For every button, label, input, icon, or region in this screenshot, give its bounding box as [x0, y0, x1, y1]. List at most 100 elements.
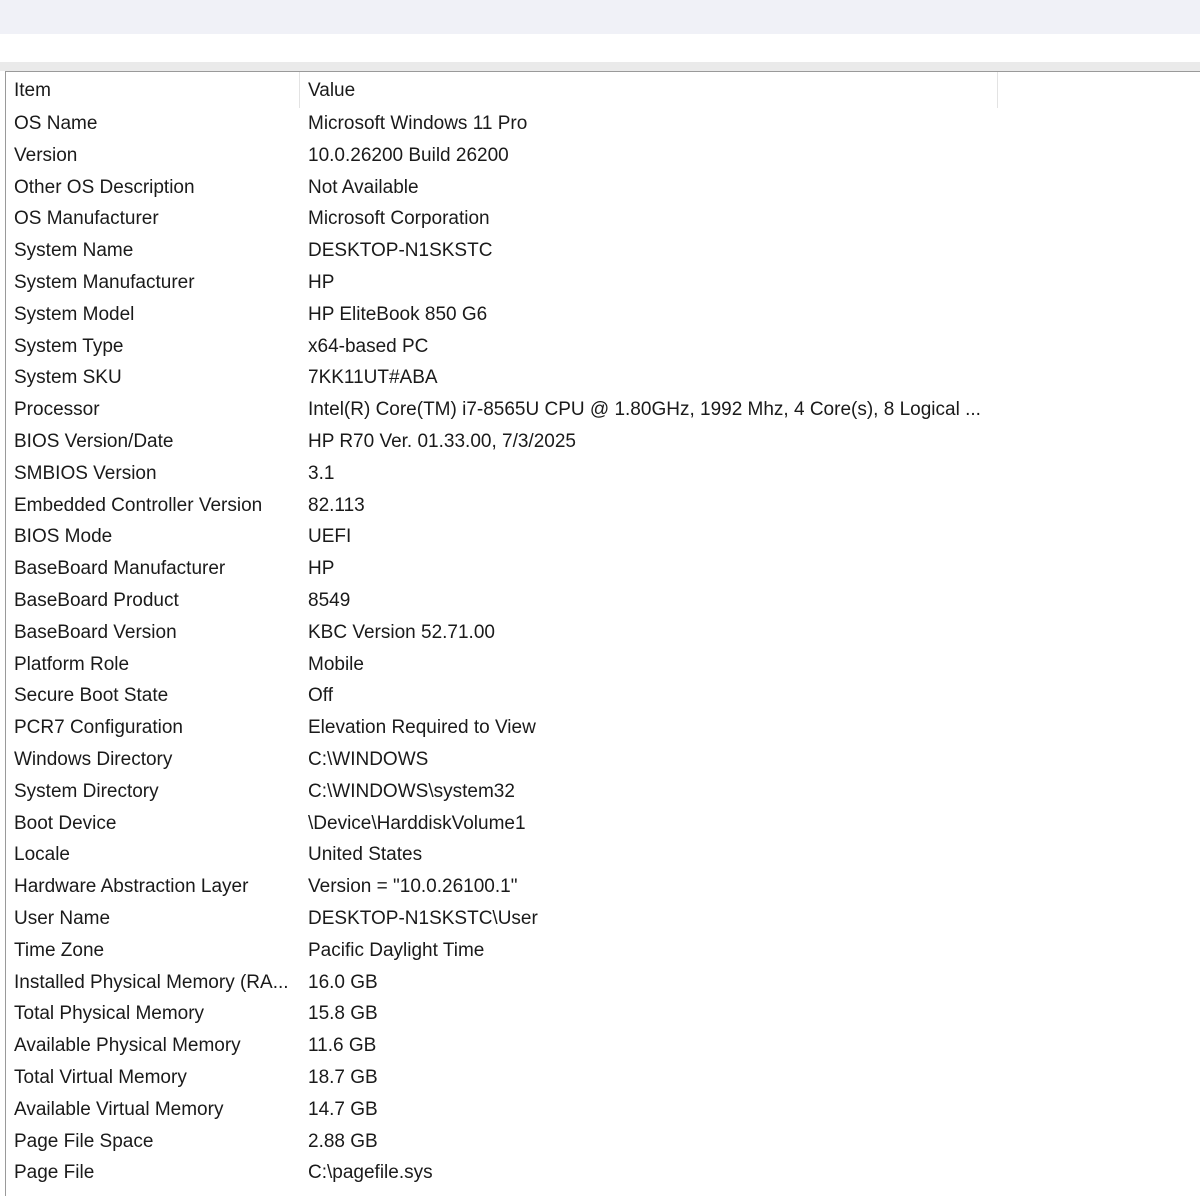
table-row[interactable]: SMBIOS Version 3.1	[6, 458, 1200, 490]
row-item-label: Available Physical Memory	[14, 1035, 241, 1057]
table-row[interactable]: Secure Boot State Off	[6, 680, 1200, 712]
row-value: DESKTOP-N1SKSTC\User	[308, 907, 538, 929]
table-row[interactable]: Platform Role Mobile	[6, 649, 1200, 681]
table-row[interactable]: User Name DESKTOP-N1SKSTC\User	[6, 903, 1200, 935]
row-value: Intel(R) Core(TM) i7-8565U CPU @ 1.80GHz…	[308, 399, 981, 421]
list-rows: OS Name Microsoft Windows 11 Pro Version 10…	[6, 108, 1200, 1189]
row-value: 2.88 GB	[308, 1130, 378, 1152]
pane-separator	[0, 62, 1200, 71]
row-value: 7KK11UT#ABA	[308, 367, 438, 389]
row-value: 10.0.26200 Build 26200	[308, 144, 509, 166]
row-item-label: System Directory	[14, 780, 159, 802]
row-value: C:\WINDOWS	[308, 748, 429, 770]
table-row[interactable]: Page File Space 2.88 GB	[6, 1126, 1200, 1158]
row-item-label: Boot Device	[14, 812, 117, 834]
row-item-label: Secure Boot State	[14, 685, 169, 707]
row-value: UEFI	[308, 526, 352, 548]
row-item-label: BIOS Mode	[14, 526, 113, 548]
table-row[interactable]: OS Name Microsoft Windows 11 Pro	[6, 108, 1200, 140]
table-row[interactable]: BIOS Version/Date HP R70 Ver. 01.33.00, 7…	[6, 426, 1200, 458]
list-header: Item Value	[6, 72, 1200, 108]
row-item-label: Time Zone	[14, 939, 105, 961]
row-item-label: Hardware Abstraction Layer	[14, 876, 249, 898]
row-item-label: System Name	[14, 240, 134, 262]
table-row[interactable]: System Manufacturer HP	[6, 267, 1200, 299]
row-item-label: BaseBoard Product	[14, 589, 179, 611]
row-value: 14.7 GB	[308, 1098, 378, 1120]
system-summary-list[interactable]: Item Value OS Name Microsoft Windows 11 P…	[5, 71, 1200, 1196]
bottom-edge	[0, 1196, 1200, 1200]
table-row[interactable]: System Name DESKTOP-N1SKSTC	[6, 235, 1200, 267]
table-row[interactable]: Time Zone Pacific Daylight Time	[6, 935, 1200, 967]
row-item-label: Total Virtual Memory	[14, 1066, 187, 1088]
row-item-label: Other OS Description	[14, 176, 195, 198]
row-value: DESKTOP-N1SKSTC	[308, 240, 493, 262]
table-row[interactable]: Locale United States	[6, 839, 1200, 871]
table-row[interactable]: Boot Device \Device\HarddiskVolume1	[6, 808, 1200, 840]
row-value: HP	[308, 558, 335, 580]
table-row[interactable]: Other OS Description Not Available	[6, 172, 1200, 204]
row-item-label: Windows Directory	[14, 748, 173, 770]
row-value: Microsoft Windows 11 Pro	[308, 113, 528, 134]
row-item-label: Installed Physical Memory (RA...	[14, 971, 289, 993]
table-row[interactable]: BIOS Mode UEFI	[6, 521, 1200, 553]
column-header-value[interactable]: Value	[300, 72, 998, 108]
table-row[interactable]: Available Virtual Memory 14.7 GB	[6, 1094, 1200, 1126]
table-row[interactable]: Total Physical Memory 15.8 GB	[6, 998, 1200, 1030]
table-row[interactable]: Available Physical Memory 11.6 GB	[6, 1030, 1200, 1062]
table-row[interactable]: Embedded Controller Version 82.113	[6, 490, 1200, 522]
row-item-label: Page File Space	[14, 1130, 154, 1152]
row-value: 18.7 GB	[308, 1066, 378, 1088]
table-row[interactable]: Processor Intel(R) Core(TM) i7-8565U CPU …	[6, 394, 1200, 426]
row-value: HP R70 Ver. 01.33.00, 7/3/2025	[308, 430, 576, 452]
row-value: HP	[308, 271, 335, 293]
row-item-label: Total Physical Memory	[14, 1003, 205, 1025]
row-item-label: Locale	[14, 844, 70, 866]
row-item-label: OS Manufacturer	[14, 208, 159, 230]
toolbar-gap	[0, 34, 1200, 62]
row-item-label: Processor	[14, 399, 100, 421]
row-value: Elevation Required to View	[308, 717, 536, 739]
row-item-label: Version	[14, 144, 78, 166]
table-row[interactable]: Version 10.0.26200 Build 26200	[6, 140, 1200, 172]
row-item-label: Embedded Controller Version	[14, 494, 263, 516]
row-item-label: Available Virtual Memory	[14, 1098, 224, 1120]
row-item-label: SMBIOS Version	[14, 462, 157, 484]
table-row[interactable]: System SKU 7KK11UT#ABA	[6, 362, 1200, 394]
row-value: 3.1	[308, 462, 335, 484]
row-item-label: System Manufacturer	[14, 271, 195, 293]
row-item-label: System SKU	[14, 367, 122, 389]
toolbar-area	[0, 0, 1200, 34]
row-value: Mobile	[308, 653, 364, 675]
row-value: HP EliteBook 850 G6	[308, 303, 488, 325]
row-value: 15.8 GB	[308, 1003, 378, 1025]
table-row[interactable]: BaseBoard Product 8549	[6, 585, 1200, 617]
table-row[interactable]: Hardware Abstraction Layer Version = "10.…	[6, 871, 1200, 903]
table-row[interactable]: Windows Directory C:\WINDOWS	[6, 744, 1200, 776]
row-value: x64-based PC	[308, 335, 429, 357]
column-header-item[interactable]: Item	[6, 72, 300, 108]
row-value: C:\pagefile.sys	[308, 1162, 433, 1184]
table-row[interactable]: PCR7 Configuration Elevation Required to …	[6, 712, 1200, 744]
row-value: Off	[308, 685, 333, 707]
row-item-label: BaseBoard Manufacturer	[14, 558, 226, 580]
table-row[interactable]: System Model HP EliteBook 850 G6	[6, 299, 1200, 331]
row-item-label: Page File	[14, 1162, 95, 1184]
row-value: 11.6 GB	[308, 1035, 377, 1057]
table-row[interactable]: System Directory C:\WINDOWS\system32	[6, 776, 1200, 808]
table-row[interactable]: Page File C:\pagefile.sys	[6, 1157, 1200, 1189]
row-value: 16.0 GB	[308, 971, 378, 993]
row-value: Not Available	[308, 176, 419, 198]
table-row[interactable]: Installed Physical Memory (RA... 16.0 GB	[6, 967, 1200, 999]
row-value: Version = "10.0.26100.1"	[308, 876, 518, 898]
row-value: C:\WINDOWS\system32	[308, 780, 515, 802]
table-row[interactable]: BaseBoard Version KBC Version 52.71.00	[6, 617, 1200, 649]
row-item-label: OS Name	[14, 113, 98, 134]
row-item-label: System Model	[14, 303, 135, 325]
row-value: Pacific Daylight Time	[308, 939, 485, 961]
table-row[interactable]: System Type x64-based PC	[6, 331, 1200, 363]
row-value: 82.113	[308, 494, 365, 516]
table-row[interactable]: OS Manufacturer Microsoft Corporation	[6, 203, 1200, 235]
table-row[interactable]: BaseBoard Manufacturer HP	[6, 553, 1200, 585]
table-row[interactable]: Total Virtual Memory 18.7 GB	[6, 1062, 1200, 1094]
